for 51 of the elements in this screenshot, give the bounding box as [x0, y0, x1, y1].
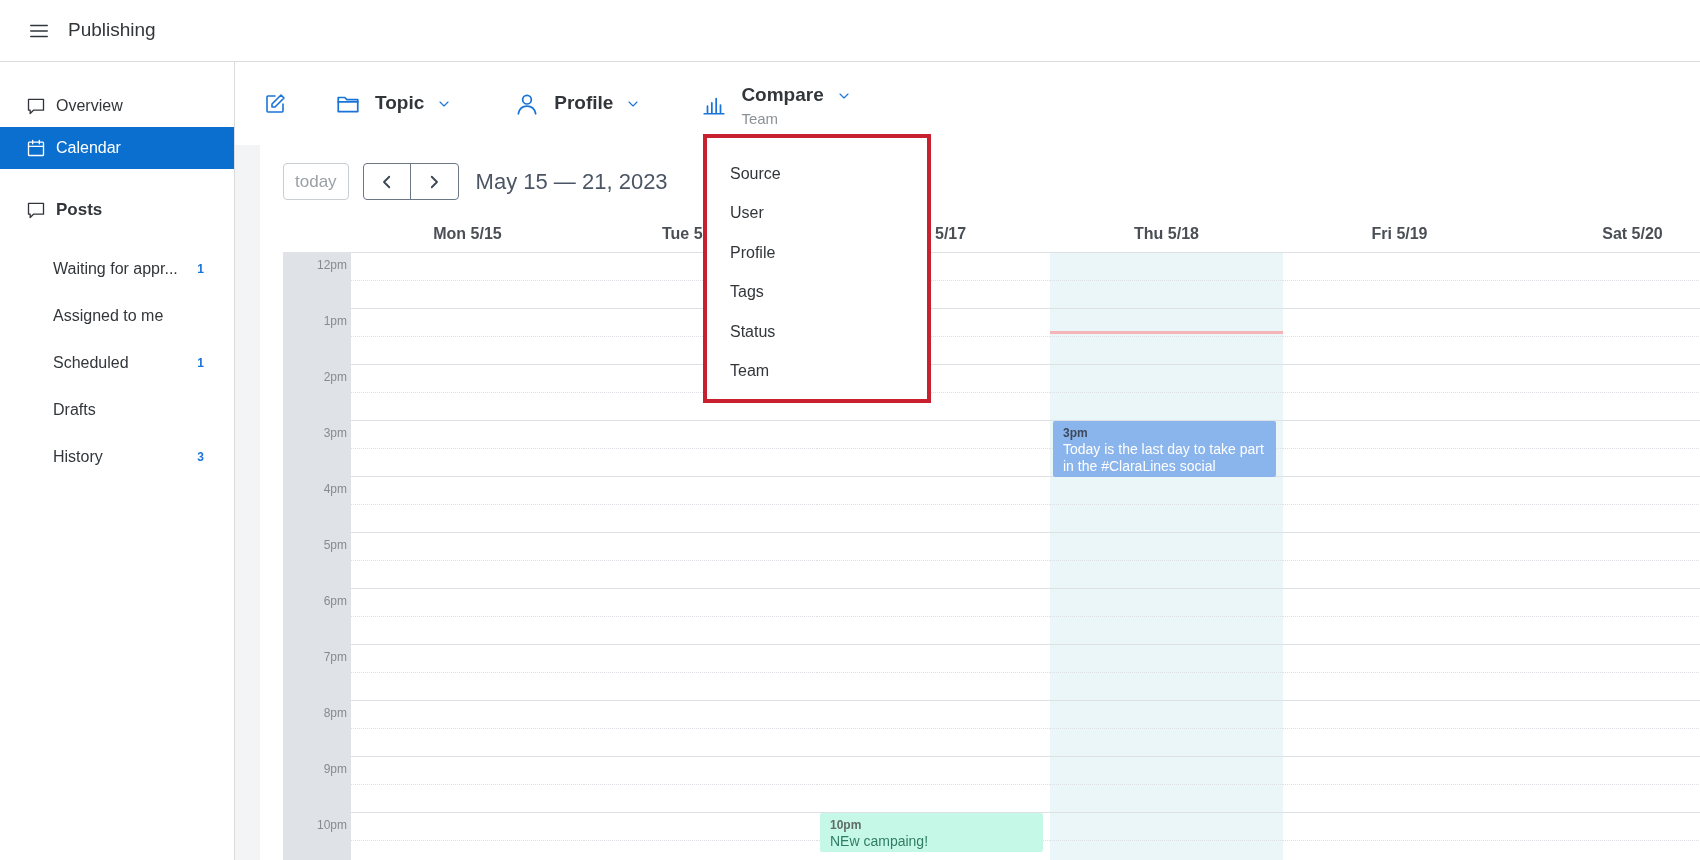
- section-heading: Posts: [56, 199, 103, 222]
- time-label: 9pm: [323, 761, 347, 775]
- item-count: 3: [197, 448, 204, 466]
- item-count: 1: [197, 354, 204, 372]
- sidebar-item[interactable]: Drafts: [0, 386, 234, 433]
- event-card[interactable]: 10pm NEw campaing!: [820, 813, 1043, 852]
- day-header: Mon 5/15: [433, 224, 502, 244]
- item-count: 1: [197, 260, 204, 278]
- time-label: 8pm: [323, 705, 347, 719]
- speech-bubble-icon: [26, 200, 46, 220]
- filter-dropdown[interactable]: Compare Team: [701, 79, 852, 128]
- sidebar-item[interactable]: Calendar: [0, 127, 234, 169]
- day-header: Thu 5/18: [1134, 224, 1199, 244]
- time-label: 2pm: [323, 369, 347, 383]
- time-label: 1pm: [323, 313, 347, 327]
- filter-value: Team: [741, 109, 779, 128]
- menu-item[interactable]: Source: [707, 154, 927, 194]
- time-label: 10pm: [316, 817, 347, 831]
- app-title: Publishing: [68, 18, 156, 43]
- event-title: NEw campaing!: [830, 833, 930, 850]
- sidebar-item[interactable]: Overview: [0, 85, 234, 127]
- calendar-icon: [26, 138, 46, 158]
- date-range: May 15 — 21, 2023: [475, 168, 668, 196]
- menu-item[interactable]: User: [707, 193, 927, 233]
- time-label: 7pm: [323, 649, 347, 663]
- menu-item[interactable]: Team: [707, 351, 927, 391]
- sidebar-item[interactable]: History 3: [0, 433, 234, 480]
- sidebar-item[interactable]: Scheduled 1: [0, 339, 234, 386]
- pencil-icon: [263, 91, 287, 116]
- menu-item[interactable]: Tags: [707, 272, 927, 312]
- time-label: 5pm: [323, 537, 347, 551]
- time-label: 3pm: [323, 425, 347, 439]
- time-label: 12pm: [316, 257, 347, 271]
- menu-item[interactable]: Profile: [707, 233, 927, 273]
- time-label: 4pm: [323, 481, 347, 495]
- speech-bubble-icon: [26, 96, 46, 116]
- filter-dropdown[interactable]: Profile: [514, 89, 642, 118]
- event-title: Today is the last day to take part in the #ClaraLines social: [1063, 441, 1265, 475]
- menu-item[interactable]: Status: [707, 312, 927, 352]
- event-card[interactable]: 3pm Today is the last day to take part in the #ClaraLines social: [1053, 421, 1276, 477]
- sidebar-item[interactable]: Waiting for appr... 1: [0, 245, 234, 292]
- event-time: 3pm: [1063, 425, 1089, 441]
- day-header: Sat 5/20: [1602, 224, 1663, 244]
- event-time: 10pm: [830, 817, 863, 833]
- time-label: 6pm: [323, 593, 347, 607]
- day-header: Fri 5/19: [1371, 224, 1428, 244]
- edit-button[interactable]: [263, 91, 287, 116]
- filter-dropdown[interactable]: Topic: [335, 89, 453, 118]
- day-header: 5/17: [935, 224, 967, 244]
- day-header: Tue 5: [662, 224, 703, 244]
- sidebar-item[interactable]: Assigned to me: [0, 292, 234, 339]
